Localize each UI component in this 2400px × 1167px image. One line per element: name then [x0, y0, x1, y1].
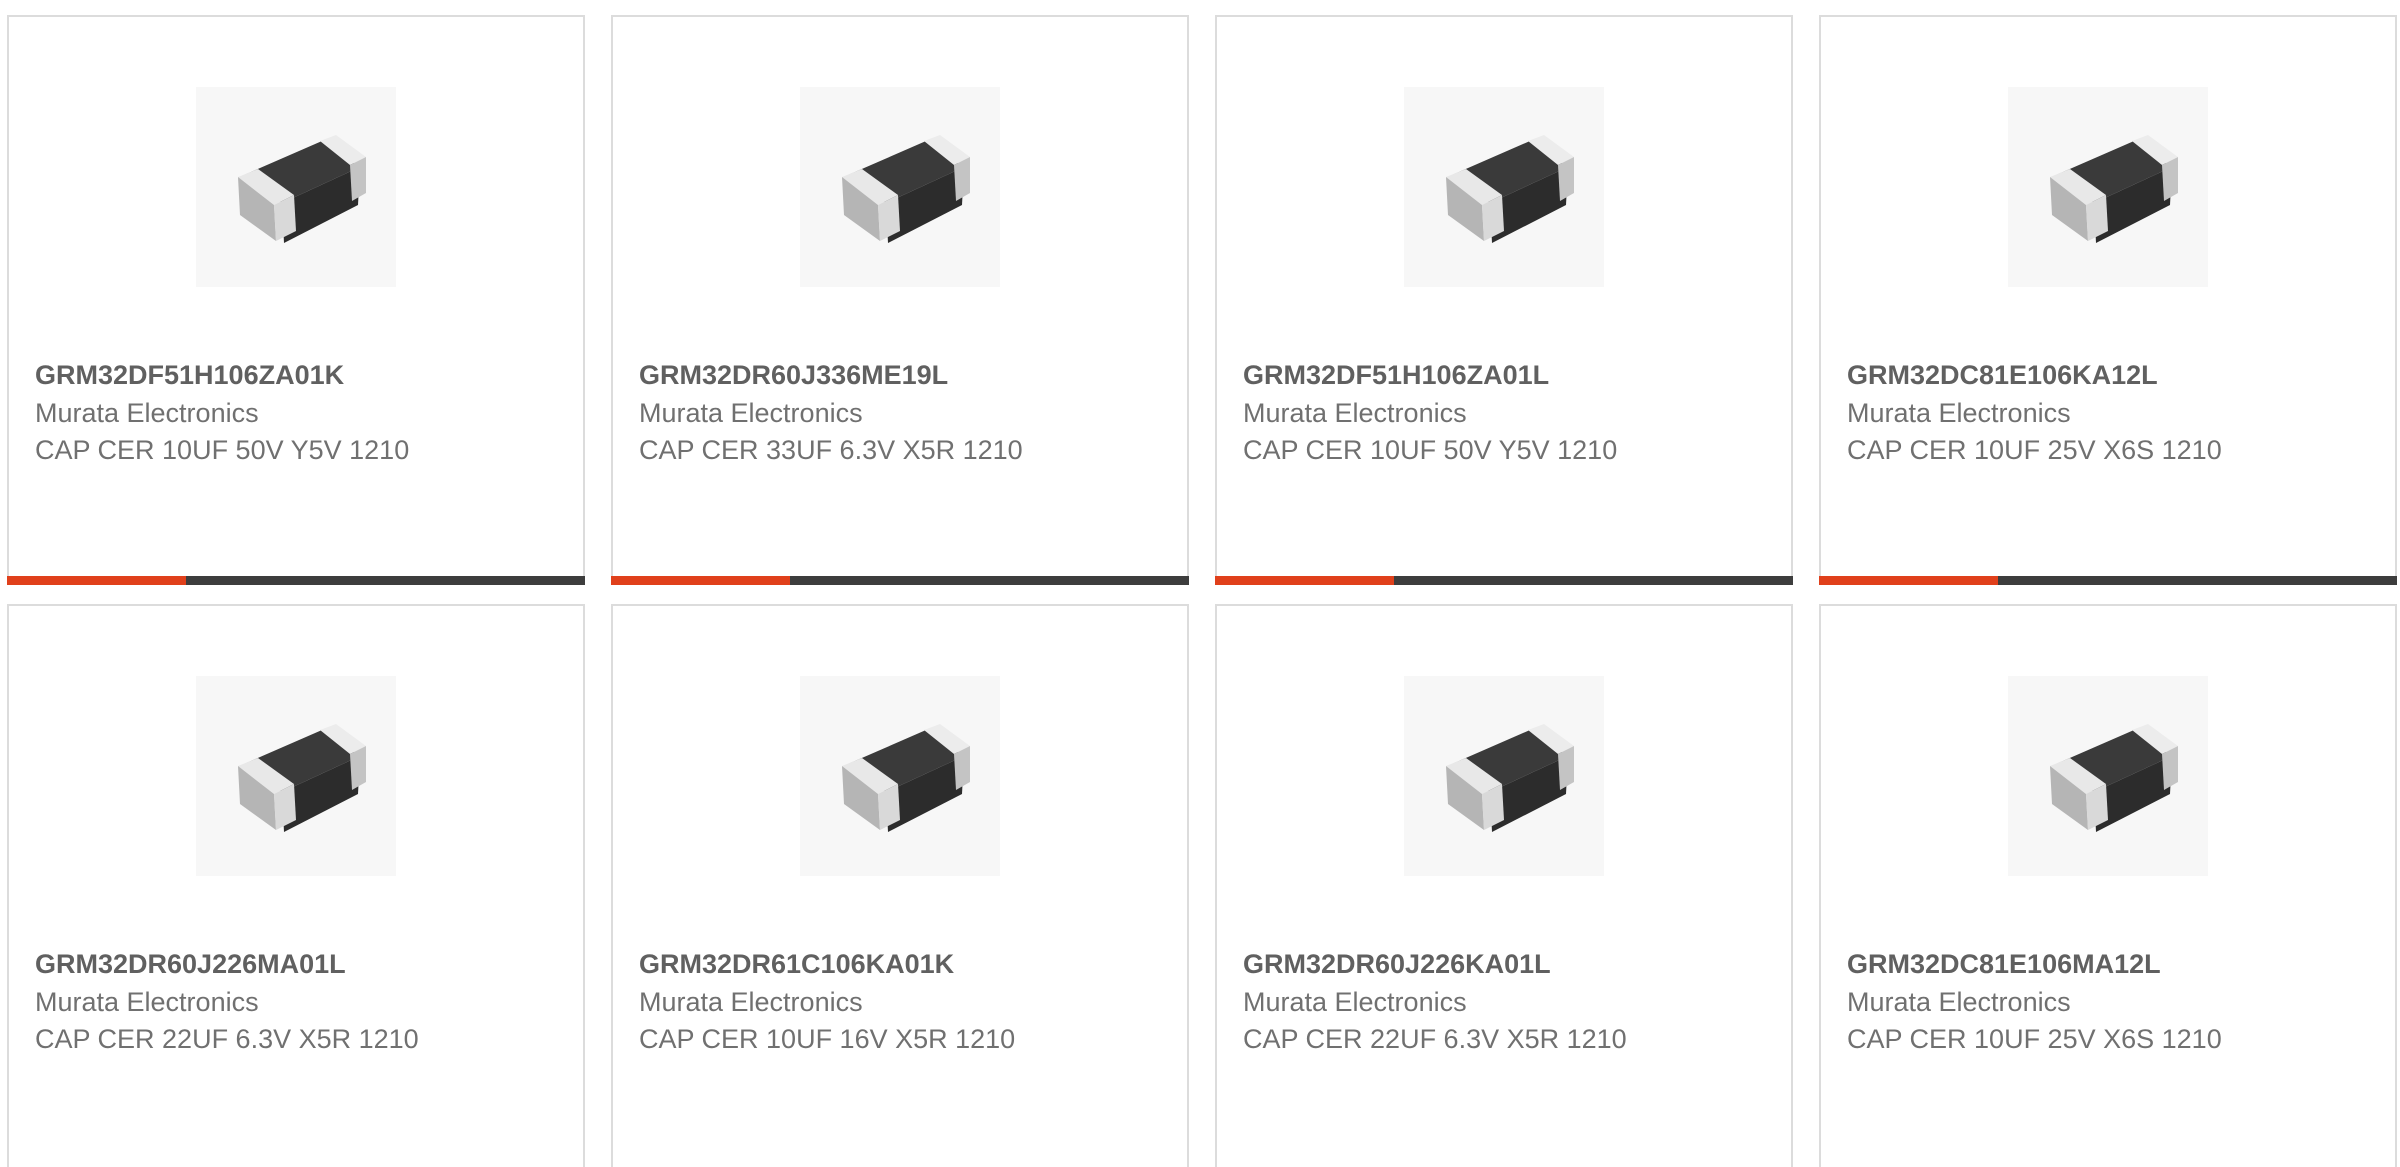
ceramic-capacitor-chip-icon [1404, 87, 1604, 287]
progress-fill [1819, 576, 1999, 585]
progress-fill [611, 576, 791, 585]
product-image[interactable] [1404, 676, 1604, 876]
manufacturer-label: Murata Electronics [1243, 987, 1467, 1017]
product-grid: GRM32DF51H106ZA01K Murata Electronics CA… [0, 0, 2400, 1167]
ceramic-capacitor-chip-icon [800, 676, 1000, 876]
manufacturer-label: Murata Electronics [1847, 398, 2071, 428]
description-label: CAP CER 33UF 6.3V X5R 1210 [639, 435, 1023, 465]
part-number-link[interactable]: GRM32DC81E106KA12L [1847, 360, 2158, 391]
progress-bar [1215, 576, 1793, 585]
product-image[interactable] [196, 87, 396, 287]
ceramic-capacitor-chip-icon [2008, 87, 2208, 287]
progress-bar [1819, 576, 2397, 585]
product-image[interactable] [2008, 676, 2208, 876]
product-card[interactable]: GRM32DR60J336ME19L Murata Electronics CA… [611, 15, 1189, 585]
part-number-link[interactable]: GRM32DR60J226MA01L [35, 949, 346, 980]
manufacturer-label: Murata Electronics [1243, 398, 1467, 428]
description-label: CAP CER 10UF 50V Y5V 1210 [1243, 435, 1618, 465]
product-image[interactable] [800, 87, 1000, 287]
product-image[interactable] [1404, 87, 1604, 287]
manufacturer-label: Murata Electronics [1847, 987, 2071, 1017]
description-label: CAP CER 22UF 6.3V X5R 1210 [1243, 1024, 1627, 1054]
ceramic-capacitor-chip-icon [800, 87, 1000, 287]
progress-fill [7, 576, 187, 585]
part-number-link[interactable]: GRM32DR61C106KA01K [639, 949, 954, 980]
product-image[interactable] [800, 676, 1000, 876]
ceramic-capacitor-chip-icon [196, 676, 396, 876]
part-number-link[interactable]: GRM32DR60J226KA01L [1243, 949, 1551, 980]
progress-bar [611, 576, 1189, 585]
progress-bar [7, 576, 585, 585]
product-card[interactable]: GRM32DR60J226MA01L Murata Electronics CA… [7, 604, 585, 1167]
description-label: CAP CER 10UF 16V X5R 1210 [639, 1024, 1016, 1054]
manufacturer-label: Murata Electronics [35, 398, 259, 428]
manufacturer-label: Murata Electronics [639, 987, 863, 1017]
description-label: CAP CER 10UF 50V Y5V 1210 [35, 435, 410, 465]
part-number-link[interactable]: GRM32DF51H106ZA01L [1243, 360, 1549, 391]
product-card[interactable]: GRM32DR61C106KA01K Murata Electronics CA… [611, 604, 1189, 1167]
description-label: CAP CER 22UF 6.3V X5R 1210 [35, 1024, 419, 1054]
manufacturer-label: Murata Electronics [35, 987, 259, 1017]
ceramic-capacitor-chip-icon [196, 87, 396, 287]
product-image[interactable] [196, 676, 396, 876]
part-number-link[interactable]: GRM32DC81E106MA12L [1847, 949, 2161, 980]
product-card[interactable]: GRM32DC81E106MA12L Murata Electronics CA… [1819, 604, 2397, 1167]
part-number-link[interactable]: GRM32DR60J336ME19L [639, 360, 948, 391]
manufacturer-label: Murata Electronics [639, 398, 863, 428]
product-card[interactable]: GRM32DC81E106KA12L Murata Electronics CA… [1819, 15, 2397, 585]
description-label: CAP CER 10UF 25V X6S 1210 [1847, 1024, 2222, 1054]
product-card[interactable]: GRM32DF51H106ZA01L Murata Electronics CA… [1215, 15, 1793, 585]
ceramic-capacitor-chip-icon [2008, 676, 2208, 876]
part-number-link[interactable]: GRM32DF51H106ZA01K [35, 360, 344, 391]
ceramic-capacitor-chip-icon [1404, 676, 1604, 876]
description-label: CAP CER 10UF 25V X6S 1210 [1847, 435, 2222, 465]
product-image[interactable] [2008, 87, 2208, 287]
product-card[interactable]: GRM32DR60J226KA01L Murata Electronics CA… [1215, 604, 1793, 1167]
product-card[interactable]: GRM32DF51H106ZA01K Murata Electronics CA… [7, 15, 585, 585]
progress-fill [1215, 576, 1395, 585]
